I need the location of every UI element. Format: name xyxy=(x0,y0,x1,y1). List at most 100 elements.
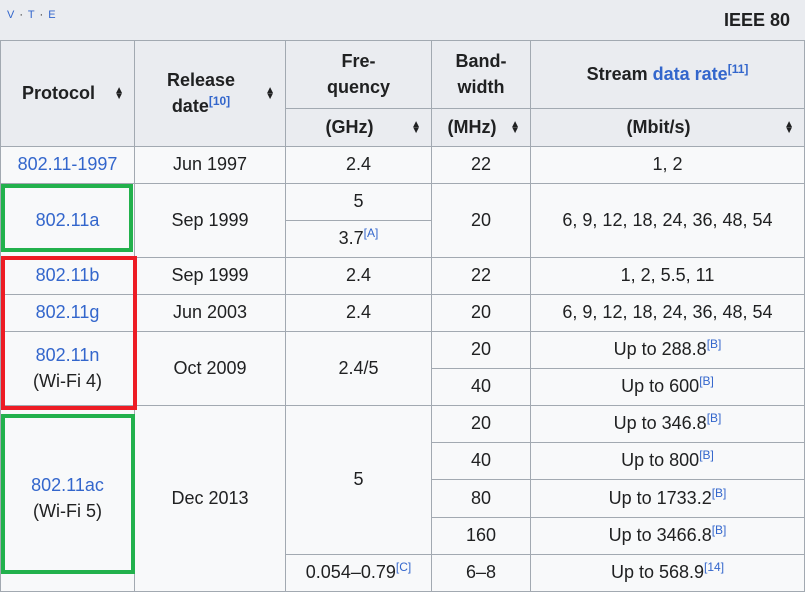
protocol-cell-11g[interactable]: 802.11g xyxy=(0,295,135,332)
footnote-ref-link[interactable]: [C] xyxy=(396,560,411,574)
sort-arrows-icon[interactable]: ▲ ▼ xyxy=(114,85,124,101)
data-rate-column-header: Stream data rate[11] xyxy=(531,41,805,109)
data-rate-value: Up to 600 xyxy=(621,376,700,397)
bandwidth-unit-label: (MHz) xyxy=(447,116,497,137)
release-header-line2: date xyxy=(171,95,209,116)
sort-arrows-icon[interactable]: ▲ ▼ xyxy=(784,119,794,135)
data-rate-cell: Up to 346.8[B] xyxy=(531,406,805,443)
bandwidth-cell: 40 xyxy=(432,369,531,406)
footnote-ref-link[interactable]: [B] xyxy=(712,523,727,537)
frequency-cell: 3.7[A] xyxy=(286,221,432,258)
data-rate-cell: Up to 568.9[14] xyxy=(531,555,805,592)
bandwidth-cell: 80 xyxy=(432,480,531,518)
release-date-column-header[interactable]: Release date[10] ▲ ▼ xyxy=(135,41,286,147)
footnote-ref-link[interactable]: [B] xyxy=(712,486,727,500)
navbox-caption-bar: V · T · E IEEE 80 xyxy=(0,0,805,41)
bandwidth-cell: 22 xyxy=(432,147,531,184)
release-date-ref-link[interactable]: [10] xyxy=(209,94,230,108)
data-rate-cell: Up to 600[B] xyxy=(531,369,805,406)
data-rate-value: Up to 288.8 xyxy=(613,339,707,360)
data-rate-cell: 1, 2 xyxy=(531,147,805,184)
bandwidth-column-header: Band- width xyxy=(432,41,531,109)
frequency-column-header: Fre- quency xyxy=(286,41,432,109)
date-cell: Jun 2003 xyxy=(135,295,286,332)
data-rate-cell: Up to 288.8[B] xyxy=(531,332,805,369)
date-cell: Dec 2013 xyxy=(135,406,286,592)
frequency-unit-label: (GHz) xyxy=(325,116,374,137)
protocol-cell-1997[interactable]: 802.11-1997 xyxy=(0,147,135,184)
frequency-cell: 5 xyxy=(286,406,432,555)
protocol-column-header[interactable]: Protocol ▲ ▼ xyxy=(0,41,135,147)
protocol-link[interactable]: 802.11ac xyxy=(31,473,104,498)
frequency-cell: 0.054–0.79[C] xyxy=(286,555,432,592)
protocol-link[interactable]: 802.11g xyxy=(36,300,100,325)
data-rate-cell: Up to 3466.8[B] xyxy=(531,518,805,555)
date-cell: Sep 1999 xyxy=(135,258,286,295)
protocol-link[interactable]: 802.11b xyxy=(36,263,100,288)
bandwidth-header-line2: width xyxy=(457,76,505,97)
date-cell: Jun 1997 xyxy=(135,147,286,184)
data-rate-value: Up to 3466.8 xyxy=(608,525,712,546)
protocol-cell-11a[interactable]: 802.11a xyxy=(0,184,135,258)
frequency-cell: 2.4/5 xyxy=(286,332,432,406)
date-cell: Sep 1999 xyxy=(135,184,286,258)
data-rate-cell: 1, 2, 5.5, 11 xyxy=(531,258,805,295)
protocol-link[interactable]: 802.11n xyxy=(36,343,100,368)
bandwidth-cell: 20 xyxy=(432,295,531,332)
bandwidth-cell: 6–8 xyxy=(432,555,531,592)
bandwidth-cell: 20 xyxy=(432,332,531,369)
data-rate-value: Up to 800 xyxy=(621,450,700,471)
protocol-cell-11n[interactable]: 802.11n (Wi-Fi 4) xyxy=(0,332,135,406)
footnote-ref-link[interactable]: [B] xyxy=(699,374,714,388)
data-rate-cell: 6, 9, 12, 18, 24, 36, 48, 54 xyxy=(531,295,805,332)
data-rate-link[interactable]: data rate xyxy=(653,64,728,84)
frequency-header-line1: Fre- xyxy=(341,51,376,72)
footnote-ref-link[interactable]: [B] xyxy=(707,337,722,351)
footnote-ref-link[interactable]: [B] xyxy=(699,448,714,462)
data-rate-unit-label: (Mbit/s) xyxy=(626,116,691,137)
protocol-alias: (Wi-Fi 4) xyxy=(33,370,102,391)
frequency-value: 0.054–0.79 xyxy=(305,562,396,583)
frequency-cell: 2.4 xyxy=(286,147,432,184)
data-rate-cell: Up to 800[B] xyxy=(531,443,805,480)
footnote-ref-link[interactable]: [14] xyxy=(704,560,724,574)
table-title: IEEE 80 xyxy=(724,10,791,30)
data-rate-cell: 6, 9, 12, 18, 24, 36, 48, 54 xyxy=(531,184,805,258)
frequency-cell: 2.4 xyxy=(286,295,432,332)
footnote-ref-link[interactable]: [A] xyxy=(364,226,379,240)
rate-header-prefix: Stream xyxy=(586,63,648,84)
frequency-cell: 2.4 xyxy=(286,258,432,295)
data-rate-cell: Up to 1733.2[B] xyxy=(531,480,805,518)
release-header-line1: Release xyxy=(166,70,236,91)
protocol-header-label: Protocol xyxy=(21,82,95,103)
bandwidth-cell: 22 xyxy=(432,258,531,295)
data-rate-value: Up to 1733.2 xyxy=(608,487,712,508)
sort-arrows-icon[interactable]: ▲ ▼ xyxy=(510,119,520,135)
frequency-unit-header[interactable]: (GHz) ▲ ▼ xyxy=(286,109,432,147)
data-rate-value: Up to 568.9 xyxy=(610,562,705,583)
bandwidth-cell: 20 xyxy=(432,184,531,258)
vte-links: V · T · E xyxy=(7,9,57,21)
protocol-cell-11b[interactable]: 802.11b xyxy=(0,258,135,295)
bandwidth-unit-header[interactable]: (MHz) ▲ ▼ xyxy=(432,109,531,147)
bandwidth-cell: 40 xyxy=(432,443,531,480)
frequency-value: 3.7 xyxy=(338,228,364,249)
bandwidth-cell: 20 xyxy=(432,406,531,443)
sort-arrows-icon[interactable]: ▲ ▼ xyxy=(411,119,421,135)
data-rate-unit-header[interactable]: (Mbit/s) ▲ ▼ xyxy=(531,109,805,147)
protocol-link[interactable]: 802.11-1997 xyxy=(18,152,118,177)
frequency-cell: 5 xyxy=(286,184,432,221)
date-cell: Oct 2009 xyxy=(135,332,286,406)
edit-template-link[interactable]: E xyxy=(48,9,56,21)
protocol-link[interactable]: 802.11a xyxy=(36,208,100,233)
sort-arrows-icon[interactable]: ▲ ▼ xyxy=(265,85,275,101)
bandwidth-header-line1: Band- xyxy=(455,51,507,72)
protocol-cell-11ac[interactable]: 802.11ac (Wi-Fi 5) xyxy=(0,406,135,592)
data-rate-value: Up to 346.8 xyxy=(613,413,707,434)
bandwidth-cell: 160 xyxy=(432,518,531,555)
wiki-table-view: V · T · E IEEE 80 Protocol ▲ ▼ Release da… xyxy=(0,0,805,592)
frequency-header-line2: quency xyxy=(326,76,391,97)
data-rate-ref-link[interactable]: [11] xyxy=(728,62,749,76)
protocol-alias: (Wi-Fi 5) xyxy=(33,500,102,521)
footnote-ref-link[interactable]: [B] xyxy=(707,411,722,425)
